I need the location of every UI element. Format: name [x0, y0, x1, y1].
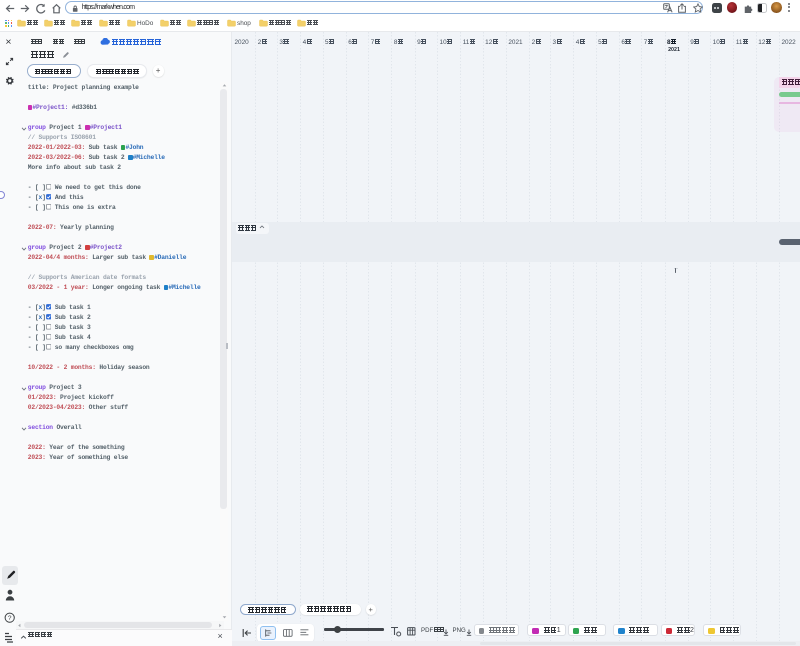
svg-text:?: ? [8, 615, 12, 622]
